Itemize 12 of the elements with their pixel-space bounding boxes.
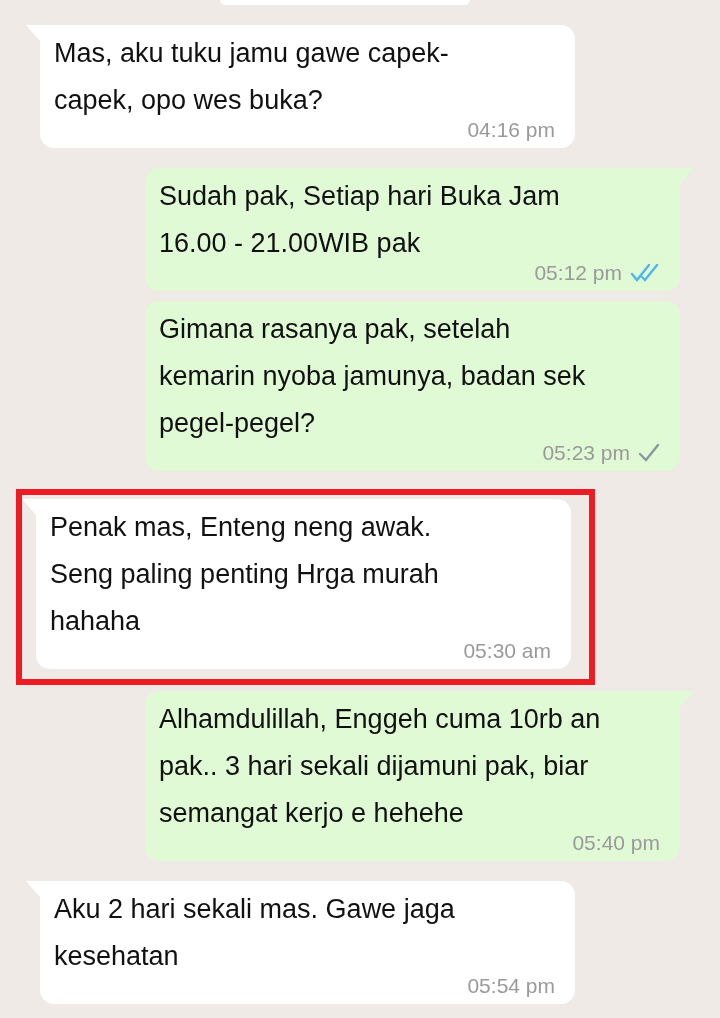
message-text: Aku 2 hari sekali mas. Gawe jaga kesehatan xyxy=(54,893,455,973)
message-time: 05:23 pm xyxy=(542,441,630,465)
message-time: 05:12 pm xyxy=(534,261,622,285)
message-text: Alhamdulillah, Enggeh cuma 10rb an pak.. 3 hari sekali dijamuni pak, biar semangat kerjo e hehehe xyxy=(159,703,601,830)
message-time: 05:30 am xyxy=(463,639,551,663)
message-text: Sudah pak, Setiap hari Buka Jam 16.00 - 21.00WIB pak xyxy=(159,180,560,260)
message-text: Gimana rasanya pak, setelah kemarin nyoba jamunya, badan sek pegel-pegel? xyxy=(159,313,586,440)
message-time: 05:40 pm xyxy=(572,831,660,855)
message-text: Penak mas, Enteng neng awak. Seng paling penting Hrga murah hahaha xyxy=(50,511,439,638)
message-time: 05:54 pm xyxy=(467,974,555,998)
message-text: Mas, aku tuku jamu gawe capek- capek, opo wes buka? xyxy=(54,37,449,117)
message-time: 04:16 pm xyxy=(467,118,555,142)
